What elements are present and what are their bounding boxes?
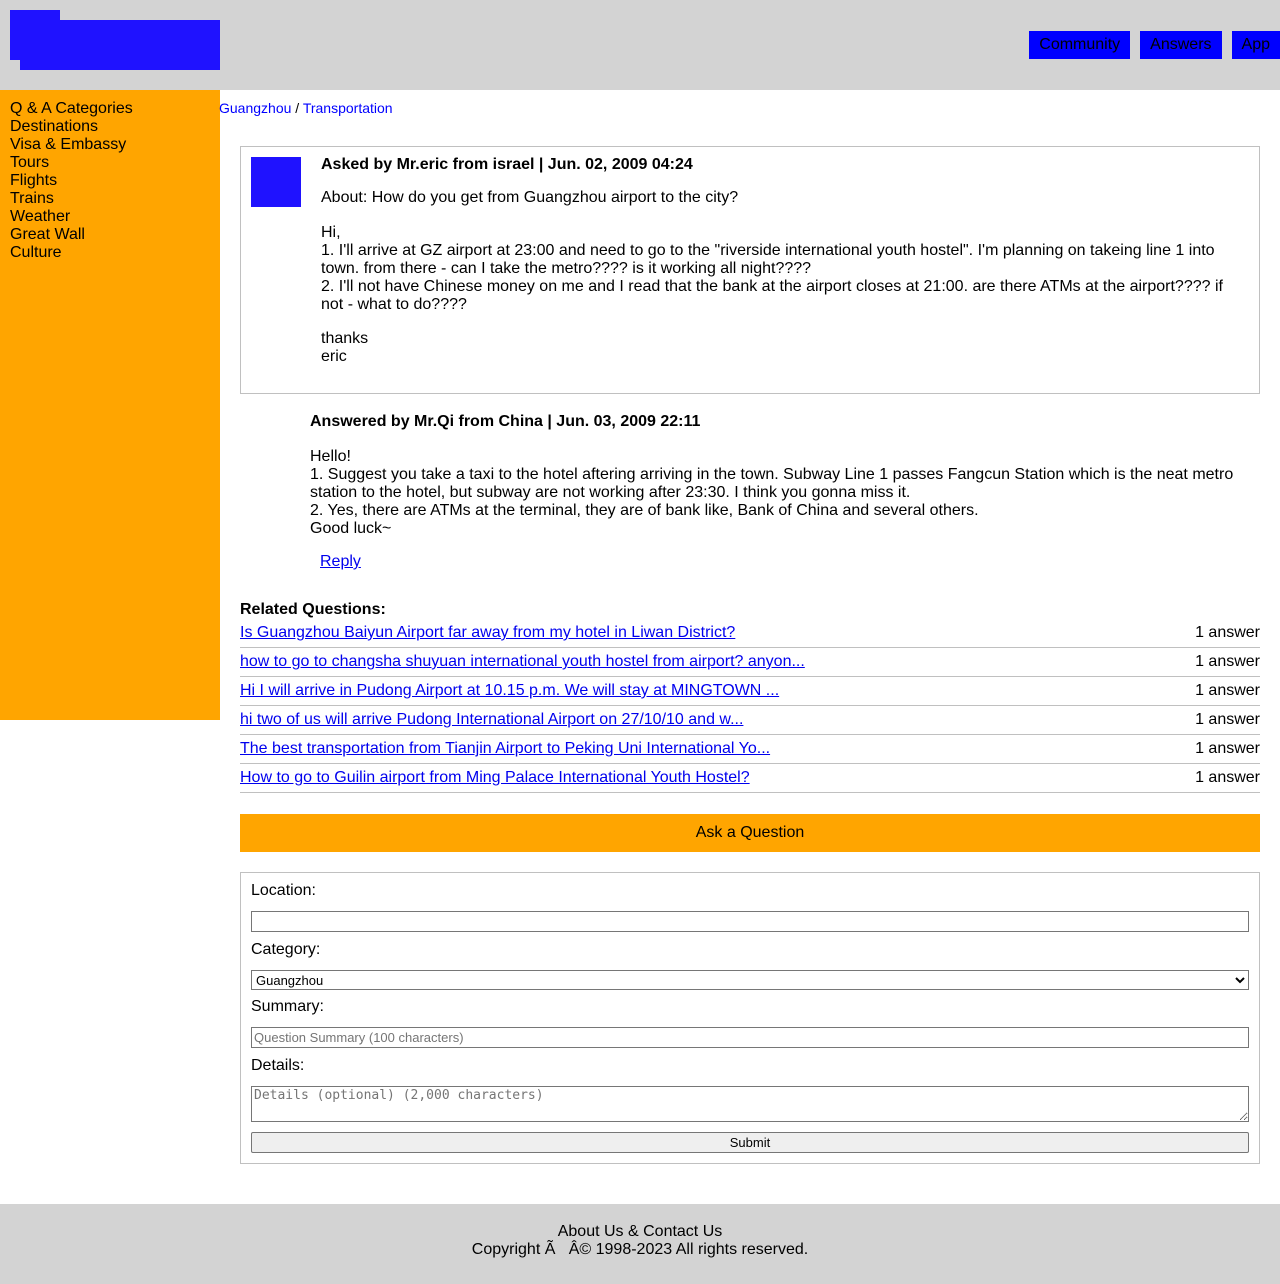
signoff-line: eric	[321, 348, 347, 365]
details-label: Details:	[251, 1057, 305, 1074]
site-header: Community Answers App	[0, 0, 1280, 90]
signoff-line: thanks	[321, 330, 369, 347]
related-question-link[interactable]: The best transportation from Tianjin Air…	[240, 740, 770, 758]
related-question-link[interactable]: Hi I will arrive in Pudong Airport at 10…	[240, 682, 779, 700]
ask-question-button[interactable]: Ask a Question	[240, 814, 1260, 852]
nav-community[interactable]: Community	[1029, 31, 1131, 59]
reply-link[interactable]: Reply	[320, 553, 361, 571]
summary-label: Summary:	[251, 998, 324, 1015]
related-question-link[interactable]: How to go to Guilin airport from Ming Pa…	[240, 769, 750, 787]
breadcrumb: Guangzhou / Transportation	[219, 99, 393, 117]
site-footer: About Us & Contact Us Copyright Ã Â© 199…	[0, 1204, 1280, 1284]
asker-avatar	[251, 157, 301, 207]
summary-field[interactable]	[251, 1027, 1249, 1048]
question-meta: Asked by Mr.eric from israel | Jun. 02, …	[321, 156, 693, 173]
answer-count: 1 answer	[1195, 624, 1260, 641]
sidebar-item-great-wall[interactable]: Great Wall	[10, 226, 210, 244]
question-line: 2. I'll not have Chinese money on me and…	[321, 278, 1223, 313]
details-field[interactable]	[251, 1086, 1249, 1122]
breadcrumb-separator: /	[295, 100, 300, 116]
answer-line: Hello!	[310, 448, 351, 465]
question-signoff: thanks eric	[321, 330, 1241, 366]
question-line: Hi,	[321, 224, 341, 241]
question-about: About: How do you get from Guangzhou air…	[321, 189, 739, 206]
list-item: how to go to changsha shuyuan internatio…	[240, 648, 1260, 677]
sidebar-item-trains[interactable]: Trains	[10, 190, 210, 208]
list-item: How to go to Guilin airport from Ming Pa…	[240, 764, 1260, 793]
answer-line: 1. Suggest you take a taxi to the hotel …	[310, 466, 1234, 501]
logo-banner[interactable]	[20, 20, 220, 70]
answer-count: 1 answer	[1195, 711, 1260, 728]
breadcrumb-guangzhou[interactable]: Guangzhou	[219, 100, 291, 116]
related-questions-title: Related Questions:	[240, 601, 386, 618]
answer-block: Answered by Mr.Qi from China | Jun. 03, …	[310, 412, 1260, 538]
sidebar-heading: Q & A Categories	[10, 100, 133, 117]
related-questions-list: Is Guangzhou Baiyun Airport far away fro…	[240, 619, 1260, 793]
top-nav: Community Answers App	[1029, 31, 1280, 59]
footer-copyright: Copyright Ã Â© 1998-2023 All rights rese…	[471, 1241, 809, 1258]
list-item: Hi I will arrive in Pudong Airport at 10…	[240, 677, 1260, 706]
related-question-link[interactable]: Is Guangzhou Baiyun Airport far away fro…	[240, 624, 735, 642]
answer-line: Good luck~	[310, 520, 392, 537]
answer-line: 2. Yes, there are ATMs at the terminal, …	[310, 502, 979, 519]
list-item: hi two of us will arrive Pudong Internat…	[240, 706, 1260, 735]
question-content: Asked by Mr.eric from israel | Jun. 02, …	[321, 155, 1241, 366]
list-item: Is Guangzhou Baiyun Airport far away fro…	[240, 619, 1260, 648]
sidebar: Q & A Categories Destinations Visa & Emb…	[0, 90, 220, 720]
location-field[interactable]	[251, 911, 1249, 932]
related-question-link[interactable]: hi two of us will arrive Pudong Internat…	[240, 711, 743, 729]
sidebar-item-culture[interactable]: Culture	[10, 244, 210, 262]
answer-count: 1 answer	[1195, 740, 1260, 757]
ask-question-form: Location: Category: Guangzhou Summary: D…	[240, 872, 1260, 1164]
answer-count: 1 answer	[1195, 653, 1260, 670]
question-card: Asked by Mr.eric from israel | Jun. 02, …	[240, 146, 1260, 394]
answer-body: Hello! 1. Suggest you take a taxi to the…	[310, 448, 1260, 538]
nav-app[interactable]: App	[1231, 31, 1280, 59]
location-label: Location:	[251, 882, 316, 899]
answer-count: 1 answer	[1195, 682, 1260, 699]
sidebar-item-destinations[interactable]: Destinations	[10, 118, 210, 136]
category-select[interactable]: Guangzhou	[251, 970, 1249, 990]
question-body: Hi, 1. I'll arrive at GZ airport at 23:0…	[321, 224, 1241, 314]
category-label: Category:	[251, 941, 321, 958]
related-question-link[interactable]: how to go to changsha shuyuan internatio…	[240, 653, 805, 671]
footer-links[interactable]: About Us & Contact Us	[0, 1223, 1280, 1241]
breadcrumb-transportation[interactable]: Transportation	[303, 100, 393, 116]
sidebar-item-tours[interactable]: Tours	[10, 154, 210, 172]
answer-count: 1 answer	[1195, 769, 1260, 786]
sidebar-item-weather[interactable]: Weather	[10, 208, 210, 226]
answer-meta: Answered by Mr.Qi from China | Jun. 03, …	[310, 413, 701, 430]
list-item: The best transportation from Tianjin Air…	[240, 735, 1260, 764]
sidebar-item-flights[interactable]: Flights	[10, 172, 210, 190]
sidebar-item-visa-embassy[interactable]: Visa & Embassy	[10, 136, 210, 154]
question-line: 1. I'll arrive at GZ airport at 23:00 an…	[321, 242, 1215, 277]
submit-button[interactable]: Submit	[251, 1132, 1249, 1153]
nav-answers[interactable]: Answers	[1140, 31, 1222, 59]
